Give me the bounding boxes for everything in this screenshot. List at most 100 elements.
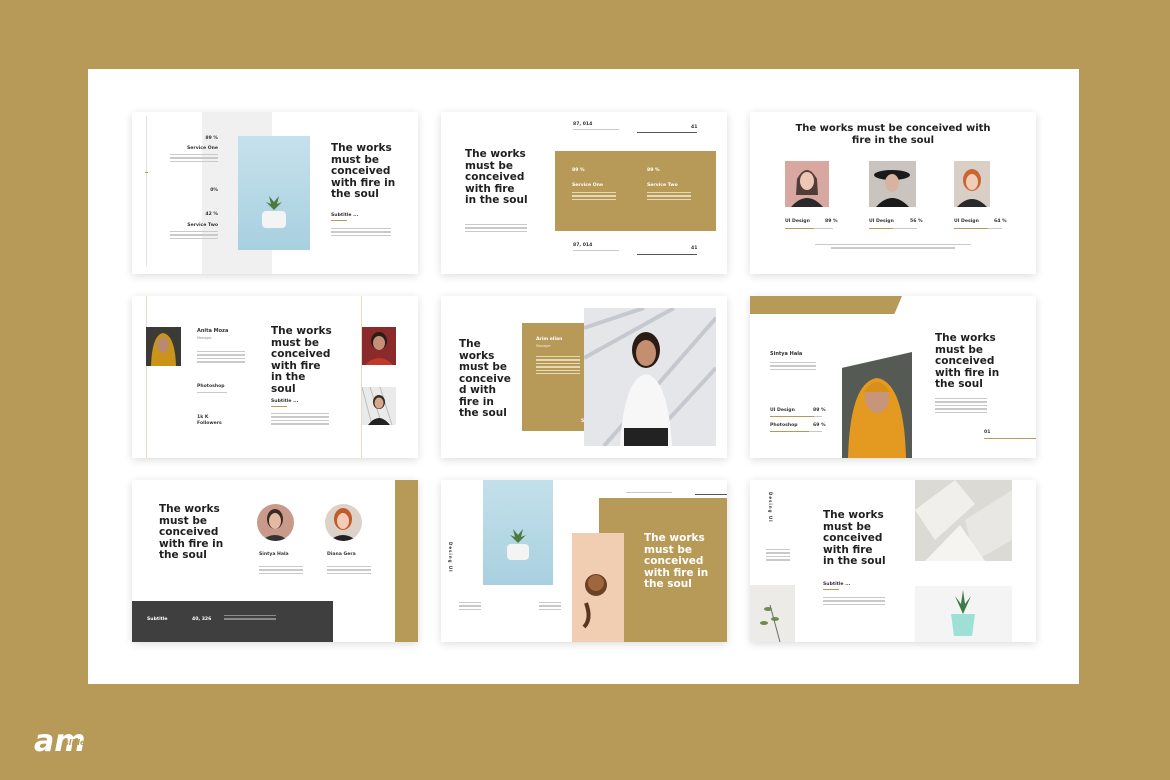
sintya-label: Sintya Hala	[259, 552, 289, 557]
panel-value-2: 89 %	[647, 168, 660, 173]
top-tag: 87, 014	[573, 122, 593, 127]
sintya-avatar	[257, 504, 294, 541]
skill-ui-design: UI Design	[770, 408, 795, 413]
panel-text-1	[572, 192, 616, 201]
slide-4-subtitle-underline	[271, 406, 287, 407]
slide-5-title: The works must be conceive d with fire i…	[459, 338, 511, 419]
arim-role: Manager	[536, 344, 551, 348]
top-tag-text	[573, 129, 619, 131]
slide-4-body	[271, 413, 329, 425]
slide-9-body	[823, 597, 885, 606]
portrait-2	[869, 161, 916, 207]
slide-5[interactable]: The works must be conceive d with fire i…	[441, 296, 727, 458]
skill-ui-fill	[770, 415, 815, 418]
slide-3-title: The works must be conceived with fire in…	[795, 123, 991, 146]
branch-photo	[750, 585, 795, 642]
sintya-name: Sintya Hala	[770, 351, 803, 357]
slide-9[interactable]: Desing UI The works must be conceived wi…	[750, 480, 1036, 642]
sintya-bio	[259, 566, 303, 575]
slide-3[interactable]: The works must be conceived with fire in…	[750, 112, 1036, 274]
slide-2-body	[465, 224, 527, 233]
skill-value-1: 89 %	[825, 219, 838, 224]
top-arrow-line	[637, 132, 697, 133]
slide-8-top-text	[626, 492, 672, 494]
hoodie-photo	[842, 352, 912, 458]
anita-bio	[197, 351, 245, 363]
skill-value-2: 56 %	[910, 219, 923, 224]
skill-fill-2	[869, 227, 893, 230]
slide-1[interactable]: 89 % Service One 0% 42 % Service Two The…	[132, 112, 418, 274]
slide-9-title: The works must be conceived with fire in…	[823, 509, 886, 567]
slide-9-note	[766, 549, 790, 561]
diana-avatar	[325, 504, 362, 541]
slide-4-title: The works must be conceived with fire in…	[271, 325, 332, 395]
slide-8[interactable]: Desing UI The works must be conceived wi…	[441, 480, 727, 642]
skill-photoshop-fill	[770, 430, 809, 433]
skill-photoshop-value: 69 %	[813, 423, 826, 428]
bottom-tag-text	[573, 250, 619, 252]
slide-8-note-1	[459, 602, 481, 611]
slide-7[interactable]: The works must be conceived with fire in…	[132, 480, 418, 642]
sintya-bio	[770, 362, 816, 371]
followers-label: Followers	[197, 421, 222, 426]
panel-label-1: Service One	[572, 183, 603, 188]
footer-number: 40, 326	[192, 617, 212, 622]
service-two-text	[170, 231, 218, 240]
skill-value-3: 64 %	[994, 219, 1007, 224]
service-two-value: 42 %	[205, 212, 218, 217]
plant-photo	[238, 136, 310, 250]
slide-8-note-2	[539, 602, 561, 611]
skill-photoshop-label: Photoshop	[770, 423, 798, 428]
diana-label: Diana Gera	[327, 552, 356, 557]
slide-9-vertical-label: Desing UI	[768, 492, 773, 523]
gold-stats-panel	[555, 151, 716, 231]
arim-bio	[536, 356, 580, 375]
panel-label-2: Service Two	[647, 183, 678, 188]
slide-4[interactable]: Anita Moza Manager Photoshop 1k K Follow…	[132, 296, 418, 458]
bottom-arrow-line	[637, 254, 697, 255]
paper-art-photo	[915, 480, 1012, 561]
skill-label-2: UI Design	[869, 219, 894, 224]
skill-desc	[197, 392, 227, 394]
skill-label-1: UI Design	[785, 219, 810, 224]
gold-header-band	[750, 296, 902, 314]
service-two-label: Service Two	[187, 223, 218, 228]
succulent-photo	[915, 586, 1012, 642]
slide-6-title: The works must be conceived with fire in…	[935, 332, 1000, 390]
slide-1-title: The works must be conceived with fire in…	[331, 142, 396, 200]
slide-3-body	[815, 244, 971, 249]
anita-photo	[146, 327, 181, 366]
slide-6[interactable]: Sintya Hala UI Design 89 % Photoshop 69 …	[750, 296, 1036, 458]
slide-9-subtitle-underline	[823, 589, 839, 590]
skill-label-3: UI Design	[954, 219, 979, 224]
slide-6-number: 01	[984, 430, 991, 435]
logo-mark: am slides.	[34, 724, 93, 759]
slide-4-subtitle: Subtitle ...	[271, 399, 299, 404]
slide-8-plant-photo	[483, 480, 553, 585]
portrait-3	[954, 161, 990, 207]
middle-value: 0%	[210, 188, 218, 193]
arim-name: Arim elian	[536, 337, 563, 342]
service-one-text	[170, 154, 218, 163]
panel-value-1: 89 %	[572, 168, 585, 173]
skill-fill-1	[785, 227, 814, 230]
footer-subtitle: Subtitle	[147, 617, 168, 622]
businesswoman-photo	[584, 308, 716, 446]
slide-6-line	[984, 438, 1036, 439]
skill-ui-value: 89 %	[813, 408, 826, 413]
slide-4-rail-left	[146, 296, 147, 458]
slide-1-subtitle: Subtitle ...	[331, 213, 359, 218]
slide-1-rail-mark	[145, 172, 148, 173]
slide-1-body	[331, 228, 391, 237]
slide-2-title: The works must be conceived with fire in…	[465, 148, 528, 206]
top-arrow-num: 41	[691, 125, 698, 130]
diana-bio	[327, 566, 371, 575]
slide-8-top-line	[695, 494, 727, 495]
slide-4-rail-right	[361, 296, 362, 458]
coffee-photo	[572, 533, 624, 642]
bottom-tag: 87, 014	[573, 243, 593, 248]
service-one-label: Service One	[187, 146, 218, 151]
skill-fill-3	[954, 227, 988, 230]
slide-2[interactable]: The works must be conceived with fire in…	[441, 112, 727, 274]
anita-name: Anita Moza	[197, 328, 229, 334]
